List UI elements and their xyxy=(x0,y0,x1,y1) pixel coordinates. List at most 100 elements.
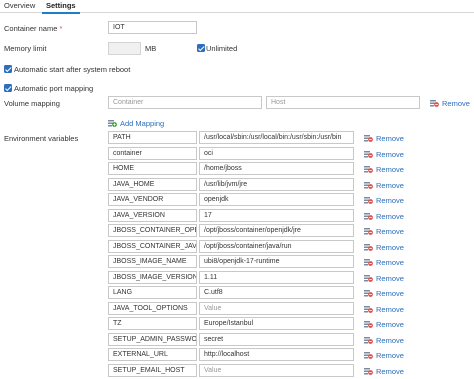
env-value-input[interactable]: oci xyxy=(199,146,354,160)
env-remove-link[interactable]: Remove xyxy=(364,351,404,361)
env-value-input[interactable]: /opt/jboss/container/openjdk/jre xyxy=(199,224,354,237)
memory-unit-label: MB xyxy=(145,44,157,53)
env-row: JAVA_VERSION 17 Remove xyxy=(0,208,474,224)
env-row: JBOSS_CONTAINER_JAVA_RUN_MODULE/opt/jbos… xyxy=(0,239,474,255)
env-value-input[interactable]: /usr/local/sbin:/usr/local/bin:/usr/sbin… xyxy=(199,131,354,144)
auto-start-checkbox[interactable] xyxy=(4,65,12,73)
env-value-input[interactable]: Value xyxy=(199,301,354,315)
env-remove-label: Remove xyxy=(376,289,404,298)
container-name-label: Container name * xyxy=(4,24,62,33)
tab-settings[interactable]: Settings xyxy=(42,0,80,14)
remove-row-icon xyxy=(364,150,373,160)
env-remove-label: Remove xyxy=(376,366,404,376)
env-remove-link[interactable]: Remove xyxy=(364,165,404,175)
remove-row-icon xyxy=(364,243,373,253)
env-row: JAVA_VENDOR openjdk Remove xyxy=(0,193,474,208)
env-key-input[interactable]: JBOSS_IMAGE_VERSION xyxy=(108,270,197,284)
env-remove-link[interactable]: Remove xyxy=(364,289,404,299)
env-remove-label: Remove xyxy=(376,196,404,205)
env-remove-link[interactable]: Remove xyxy=(364,258,404,268)
env-row: HOME/home/jboss Remove xyxy=(0,162,474,177)
env-key-input[interactable]: JAVA_VERSION xyxy=(108,208,197,222)
tab-overview[interactable]: Overview xyxy=(0,0,39,12)
env-value-input[interactable]: openjdk xyxy=(199,193,354,206)
env-row: SETUP_EMAIL_HOST Value Remove xyxy=(0,363,474,379)
env-remove-link[interactable]: Remove xyxy=(364,305,404,315)
remove-row-icon xyxy=(364,228,373,237)
env-remove-link[interactable]: Remove xyxy=(364,367,404,377)
auto-start-label: Automatic start after system reboot xyxy=(14,65,131,74)
env-remove-label: Remove xyxy=(376,227,404,236)
env-key-input[interactable]: JBOSS_IMAGE_NAME xyxy=(108,255,197,268)
env-value-input[interactable]: Value xyxy=(199,363,354,377)
unlimited-label: Unlimited xyxy=(206,44,238,53)
env-value-input[interactable]: /usr/lib/jvm/jre xyxy=(199,177,354,191)
env-row: LANG C.utf8 Remove xyxy=(0,286,474,301)
tab-bar: Overview Settings xyxy=(0,0,474,14)
remove-row-icon xyxy=(364,181,373,191)
env-remove-label: Remove xyxy=(376,149,404,159)
required-mark: * xyxy=(59,24,63,33)
env-key-input[interactable]: JBOSS_CONTAINER_OPENJDK_JDK_MODULE xyxy=(108,224,197,237)
env-remove-label: Remove xyxy=(376,165,404,174)
env-remove-link[interactable]: Remove xyxy=(364,150,404,160)
env-row: JAVA_HOME/usr/lib/jvm/jre Remove xyxy=(0,177,474,193)
env-key-input[interactable]: JBOSS_CONTAINER_JAVA_RUN_MODULE xyxy=(108,239,197,253)
env-key-input[interactable]: TZ xyxy=(108,317,197,330)
volume-remove-link[interactable]: Remove xyxy=(430,99,470,109)
env-key-input[interactable]: SETUP_EMAIL_HOST xyxy=(108,363,197,377)
env-remove-link[interactable]: Remove xyxy=(364,181,404,191)
env-value-input[interactable]: ubi8/openjdk-17-runtime xyxy=(199,255,354,268)
remove-row-icon xyxy=(364,259,373,268)
env-remove-label: Remove xyxy=(376,320,404,329)
env-remove-link[interactable]: Remove xyxy=(364,274,404,284)
add-mapping-label: Add Mapping xyxy=(120,119,165,128)
add-mapping-link[interactable]: Add Mapping xyxy=(108,119,164,129)
env-key-input[interactable]: SETUP_ADMIN_PASSWORD xyxy=(108,332,197,346)
remove-row-icon xyxy=(364,197,373,206)
container-name-input[interactable]: IOT xyxy=(108,21,197,34)
unlimited-checkbox[interactable] xyxy=(197,44,205,52)
volume-remove-label: Remove xyxy=(442,99,470,108)
env-key-input[interactable]: EXTERNAL_URL xyxy=(108,348,197,361)
env-row: TZ Europe/Istanbul Remove xyxy=(0,317,474,332)
remove-row-icon xyxy=(364,290,373,299)
env-key-input[interactable]: PATH xyxy=(108,131,197,144)
auto-port-label: Automatic port mapping xyxy=(14,84,94,93)
memory-limit-input[interactable] xyxy=(108,42,141,55)
env-remove-label: Remove xyxy=(376,134,404,143)
env-key-input[interactable]: JAVA_TOOL_OPTIONS xyxy=(108,301,197,315)
env-value-input[interactable]: 1.11 xyxy=(199,270,354,284)
volume-host-input[interactable]: Host xyxy=(266,96,420,109)
volume-container-input[interactable]: Container xyxy=(108,96,262,109)
env-key-input[interactable]: JAVA_VENDOR xyxy=(108,193,197,206)
env-row: SETUP_ADMIN_PASSWORDsecret Remove xyxy=(0,332,474,348)
env-remove-link[interactable]: Remove xyxy=(364,243,404,253)
env-key-input[interactable]: container xyxy=(108,146,197,160)
remove-row-icon xyxy=(364,166,373,175)
remove-row-icon xyxy=(364,274,373,284)
env-value-input[interactable]: Europe/Istanbul xyxy=(199,317,354,330)
env-key-input[interactable]: HOME xyxy=(108,162,197,175)
remove-row-icon xyxy=(364,321,373,330)
env-value-input[interactable]: 17 xyxy=(199,208,354,222)
auto-port-checkbox[interactable] xyxy=(4,84,12,92)
env-row: JBOSS_CONTAINER_OPENJDK_JDK_MODULE/opt/j… xyxy=(0,224,474,239)
env-key-input[interactable]: LANG xyxy=(108,286,197,299)
env-remove-label: Remove xyxy=(376,211,404,221)
env-value-input[interactable]: C.utf8 xyxy=(199,286,354,299)
env-remove-link[interactable]: Remove xyxy=(364,134,404,144)
env-remove-label: Remove xyxy=(376,351,404,360)
env-remove-link[interactable]: Remove xyxy=(364,336,404,346)
env-value-input[interactable]: secret xyxy=(199,332,354,346)
env-value-input[interactable]: /opt/jboss/container/java/run xyxy=(199,239,354,253)
env-value-input[interactable]: http://localhost xyxy=(199,348,354,361)
env-remove-link[interactable]: Remove xyxy=(364,212,404,222)
env-remove-link[interactable]: Remove xyxy=(364,196,404,206)
remove-row-icon xyxy=(430,100,439,109)
env-row: JBOSS_IMAGE_NAME ubi8/openjdk-17-runtime R… xyxy=(0,255,474,270)
env-key-input[interactable]: JAVA_HOME xyxy=(108,177,197,191)
env-remove-link[interactable]: Remove xyxy=(364,320,404,330)
env-value-input[interactable]: /home/jboss xyxy=(199,162,354,175)
env-remove-link[interactable]: Remove xyxy=(364,227,404,237)
